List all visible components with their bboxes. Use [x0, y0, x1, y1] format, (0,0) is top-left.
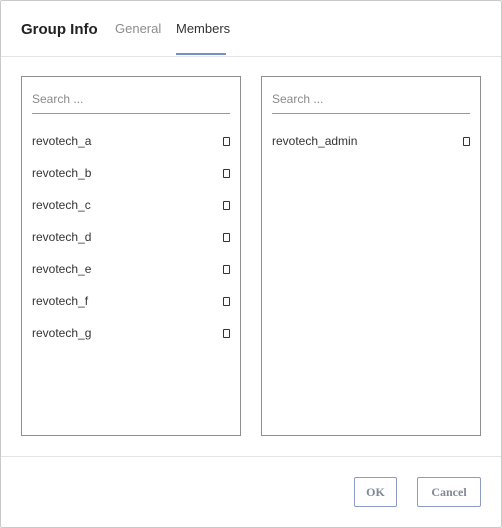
checkbox-icon[interactable]: [463, 137, 470, 146]
group-members-panel: revotech_admin: [261, 76, 481, 436]
checkbox-icon[interactable]: [223, 233, 230, 242]
list-item[interactable]: revotech_c: [32, 193, 230, 225]
list-item-label: revotech_f: [32, 294, 89, 308]
group-info-dialog: Group Info General Members revotech_a re…: [0, 0, 502, 528]
dialog-title: Group Info: [21, 21, 98, 38]
list-item-label: revotech_b: [32, 166, 92, 180]
checkbox-icon[interactable]: [223, 169, 230, 178]
footer-divider: [1, 456, 501, 457]
checkbox-icon[interactable]: [223, 329, 230, 338]
checkbox-icon[interactable]: [223, 265, 230, 274]
cancel-button[interactable]: Cancel: [417, 477, 481, 507]
list-item-label: revotech_admin: [272, 134, 358, 148]
members-search-input[interactable]: [272, 85, 470, 114]
ok-button[interactable]: OK: [354, 477, 397, 507]
list-item-label: revotech_d: [32, 230, 92, 244]
dialog-header: Group Info General Members: [1, 1, 501, 57]
active-tab-indicator: [176, 53, 226, 55]
list-item-label: revotech_g: [32, 326, 92, 340]
list-item[interactable]: revotech_d: [32, 225, 230, 257]
group-members-list: revotech_admin: [272, 129, 470, 161]
available-members-panel: revotech_a revotech_b revotech_c revotec…: [21, 76, 241, 436]
list-item[interactable]: revotech_a: [32, 129, 230, 161]
list-item[interactable]: revotech_e: [32, 257, 230, 289]
list-item[interactable]: revotech_b: [32, 161, 230, 193]
list-item[interactable]: revotech_g: [32, 321, 230, 353]
checkbox-icon[interactable]: [223, 137, 230, 146]
list-item[interactable]: revotech_admin: [272, 129, 470, 161]
available-members-list: revotech_a revotech_b revotech_c revotec…: [32, 129, 230, 353]
tab-general[interactable]: General: [115, 21, 161, 36]
list-item[interactable]: revotech_f: [32, 289, 230, 321]
tab-members[interactable]: Members: [176, 21, 230, 36]
checkbox-icon[interactable]: [223, 201, 230, 210]
list-item-label: revotech_e: [32, 262, 92, 276]
available-search-input[interactable]: [32, 85, 230, 114]
list-item-label: revotech_c: [32, 198, 91, 212]
checkbox-icon[interactable]: [223, 297, 230, 306]
list-item-label: revotech_a: [32, 134, 92, 148]
